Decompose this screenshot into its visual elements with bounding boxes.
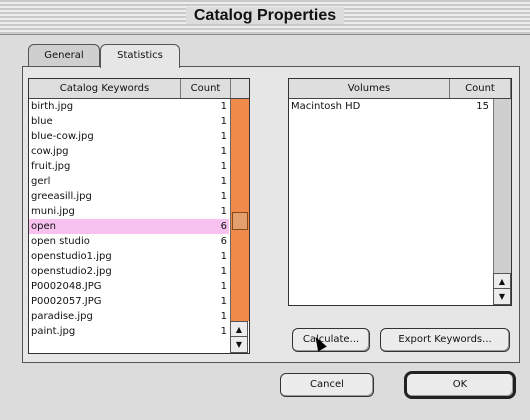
cancel-label: Cancel [310,379,344,390]
keyword-row-selected[interactable]: open 6 [29,219,229,234]
keyword-count: 1 [220,191,227,202]
keyword-row[interactable]: openstudio2.jpg 1 [29,264,229,279]
volume-name: Macintosh HD [291,101,361,112]
keyword-name: cow.jpg [31,146,69,157]
keyword-count: 1 [220,206,227,217]
keyword-name: birth.jpg [31,101,74,112]
keywords-scrollbar-thumb[interactable] [232,212,248,230]
catalog-properties-dialog: Catalog Properties General Statistics Ca… [0,0,530,420]
keyword-row[interactable]: gerl 1 [29,174,229,189]
volume-row[interactable]: Macintosh HD 15 [289,99,491,114]
tab-general-label: General [44,50,84,61]
keyword-row[interactable]: openstudio1.jpg 1 [29,249,229,264]
keyword-count: 1 [220,176,227,187]
keyword-name: blue [31,116,53,127]
keyword-name: P0002057.JPG [31,296,102,307]
keywords-scrollbar-track[interactable] [230,99,249,321]
keyword-name: paradise.jpg [31,311,93,322]
header-volumes-count[interactable]: Count [450,79,511,98]
keyword-row[interactable]: blue 1 [29,114,229,129]
keyword-row[interactable]: paint.jpg 1 [29,324,229,339]
keyword-row[interactable]: muni.jpg 1 [29,204,229,219]
keyword-count: 1 [220,146,227,157]
export-keywords-label: Export Keywords... [398,334,492,345]
keyword-name: P0002048.JPG [31,281,102,292]
volumes-scrollbar-track[interactable] [493,99,511,273]
volume-count: 15 [476,101,489,112]
tab-statistics[interactable]: Statistics [100,44,180,68]
header-count[interactable]: Count [181,79,231,98]
keyword-name: open studio [31,236,90,247]
keyword-name: blue-cow.jpg [31,131,94,142]
keyword-count: 1 [220,101,227,112]
scroll-down-arrow-icon[interactable]: ▼ [230,336,248,353]
tab-general[interactable]: General [28,44,100,67]
keyword-row[interactable]: paradise.jpg 1 [29,309,229,324]
keyword-count: 6 [220,221,227,232]
keyword-name: openstudio2.jpg [31,266,112,277]
keyword-count: 1 [220,161,227,172]
keyword-row[interactable]: open studio 6 [29,234,229,249]
window-title-text: Catalog Properties [185,7,345,24]
volumes-listbox[interactable]: Volumes Count Macintosh HD 15 ▲ ▼ [288,78,512,306]
keywords-header: Catalog Keywords Count [29,79,249,99]
keyword-name: fruit.jpg [31,161,71,172]
title-bar[interactable]: Catalog Properties [0,0,530,35]
keyword-count: 1 [220,281,227,292]
keyword-row[interactable]: P0002048.JPG 1 [29,279,229,294]
keyword-count: 1 [220,326,227,337]
keyword-count: 1 [220,116,227,127]
ok-label: OK [452,379,468,390]
keyword-name: paint.jpg [31,326,76,337]
tab-statistics-label: Statistics [117,50,163,61]
keyword-row[interactable]: birth.jpg 1 [29,99,229,114]
ok-button[interactable]: OK [404,371,516,399]
volumes-header: Volumes Count [289,79,511,99]
export-keywords-button[interactable]: Export Keywords... [380,328,510,352]
cancel-button[interactable]: Cancel [280,373,374,397]
header-volumes[interactable]: Volumes [289,79,450,98]
keyword-row[interactable]: blue-cow.jpg 1 [29,129,229,144]
keyword-name: gerl [31,176,51,187]
keyword-count: 1 [220,311,227,322]
keyword-row[interactable]: P0002057.JPG 1 [29,294,229,309]
keyword-name: greeasill.jpg [31,191,92,202]
keyword-row[interactable]: fruit.jpg 1 [29,159,229,174]
keyword-row[interactable]: cow.jpg 1 [29,144,229,159]
keyword-count: 1 [220,251,227,262]
keyword-name: openstudio1.jpg [31,251,112,262]
volumes-scroll-down-arrow-icon[interactable]: ▼ [493,288,511,305]
keyword-count: 6 [220,236,227,247]
keyword-name: open [31,221,56,232]
keyword-count: 1 [220,131,227,142]
window-title: Catalog Properties [0,7,530,25]
keyword-name: muni.jpg [31,206,75,217]
keyword-count: 1 [220,266,227,277]
calculate-button[interactable]: Calculate... [292,328,370,352]
header-catalog-keywords[interactable]: Catalog Keywords [29,79,181,98]
keyword-row[interactable]: greeasill.jpg 1 [29,189,229,204]
keyword-count: 1 [220,296,227,307]
keywords-listbox[interactable]: Catalog Keywords Count birth.jpg 1 blue 1 bl… [28,78,250,354]
